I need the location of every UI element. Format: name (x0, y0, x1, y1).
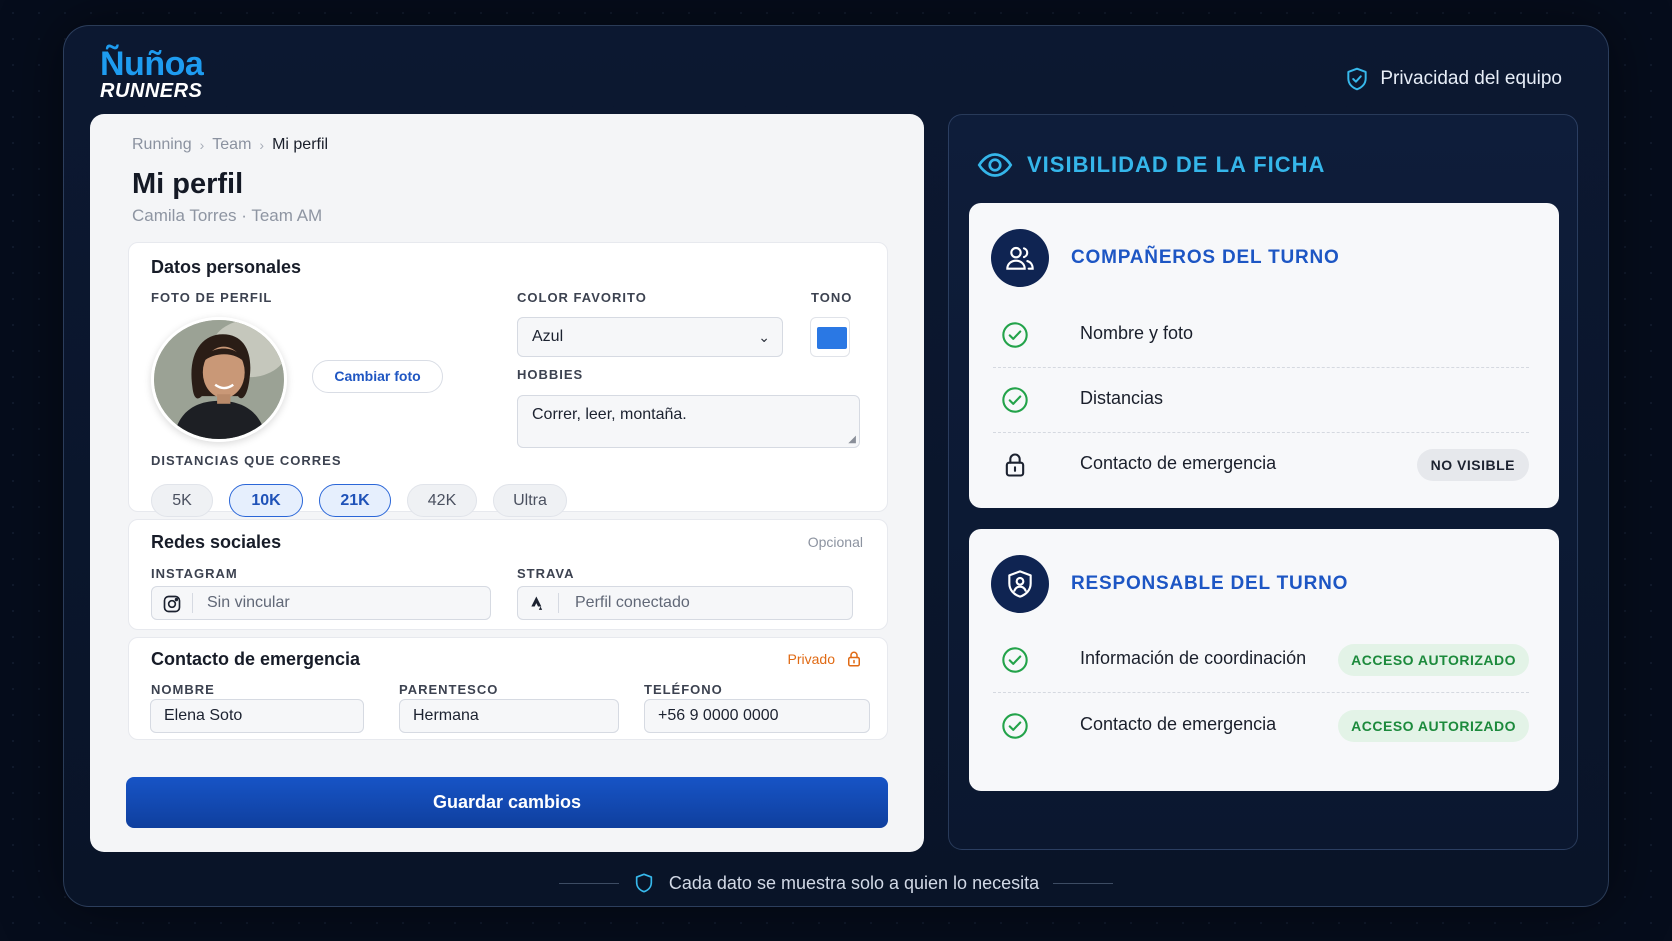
visibility-row: Contacto de emergencia NO VISIBLE (993, 433, 1529, 498)
teammates-card: COMPAÑEROS DEL TURNO Nombre y foto Dista… (969, 203, 1559, 508)
distance-chips: 5K 10K 21K 42K Ultra (151, 484, 567, 517)
section-title: Datos personales (151, 257, 302, 277)
hobbies-value: Correr, leer, montaña. (532, 406, 687, 423)
leader-header: RESPONSABLE DEL TURNO (991, 555, 1348, 613)
select-value: Azul (532, 328, 564, 345)
tone-color (817, 327, 847, 349)
visibility-row: Nombre y foto (993, 303, 1529, 368)
row-label: Contacto de emergencia (1080, 714, 1277, 734)
eye-icon (977, 153, 1013, 177)
chip-5k[interactable]: 5K (151, 484, 213, 517)
hobbies-label: HOBBIES (517, 367, 584, 382)
row-label: Nombre y foto (1080, 323, 1194, 343)
chevron-right-icon: › (259, 137, 265, 153)
instagram-icon (163, 595, 181, 613)
shield-check-icon (1347, 67, 1367, 91)
breadcrumb-current: Mi perfil (272, 136, 329, 153)
visibility-row: Contacto de emergencia ACCESO AUTORIZADO (993, 694, 1529, 759)
authorized-badge: ACCESO AUTORIZADO (1338, 710, 1529, 742)
divider (558, 593, 559, 613)
save-button[interactable]: Guardar cambios (126, 777, 888, 828)
strava-label: STRAVA (517, 566, 575, 581)
users-icon (991, 229, 1049, 287)
avatar-photo (154, 320, 284, 439)
footer-line (558, 882, 619, 884)
breadcrumb: Running › Team › Mi perfil (132, 136, 328, 154)
visibility-row: Distancias (993, 368, 1529, 433)
chip-42k[interactable]: 42K (407, 484, 477, 517)
lock-icon (1005, 453, 1025, 477)
instagram-value: Sin vincular (207, 594, 290, 611)
shield-icon (635, 873, 653, 893)
private-tag: Privado (788, 649, 863, 669)
lock-icon (848, 651, 860, 667)
check-icon (1002, 647, 1028, 673)
authorized-badge: ACCESO AUTORIZADO (1338, 644, 1529, 676)
brand-logo: Ñuñoa RUNNERS (100, 45, 204, 102)
private-label: Privado (787, 651, 835, 667)
social-section: Redes sociales Opcional INSTAGRAM Sin vi… (128, 519, 888, 630)
row-label: Distancias (1080, 388, 1164, 408)
change-photo-button[interactable]: Cambiar foto (312, 360, 443, 393)
instagram-field[interactable]: Sin vincular (151, 586, 491, 620)
footer-text: Cada dato se muestra solo a quien lo nec… (668, 872, 1040, 893)
tone-label: TONO (811, 290, 853, 305)
phone-label: TELÉFONO (644, 682, 723, 697)
chevron-right-icon: › (199, 137, 205, 153)
personal-data-section: Datos personales FOTO DE PERFIL Cambiar … (128, 242, 888, 517)
teammates-header: COMPAÑEROS DEL TURNO (991, 229, 1340, 287)
not-visible-badge: NO VISIBLE (1416, 449, 1529, 481)
footer: Cada dato se muestra solo a quien lo nec… (0, 872, 1672, 894)
tone-swatch[interactable] (810, 317, 850, 357)
check-icon (1002, 713, 1028, 739)
color-label: COLOR FAVORITO (517, 290, 647, 305)
relation-label: PARENTESCO (399, 682, 499, 697)
emergency-section: Contacto de emergencia Privado NOMBRE El… (128, 637, 888, 740)
page-title: Mi perfil (132, 168, 244, 200)
distances-label: DISTANCIAS QUE CORRES (151, 453, 342, 468)
emergency-name-field[interactable]: Elena Soto (150, 699, 364, 733)
section-title: Redes sociales (151, 532, 282, 552)
breadcrumb-team[interactable]: Team (212, 136, 251, 154)
visibility-title-text: VISIBILIDAD DE LA FICHA (1027, 152, 1326, 177)
visibility-panel: VISIBILIDAD DE LA FICHA COMPAÑEROS DEL T… (948, 114, 1578, 850)
footer-line (1053, 882, 1114, 884)
section-title: Contacto de emergencia (151, 649, 361, 669)
favorite-color-select[interactable]: Azul ⌄ (517, 317, 783, 357)
visibility-row: Información de coordinación ACCESO AUTOR… (993, 628, 1529, 693)
instagram-label: INSTAGRAM (151, 566, 238, 581)
breadcrumb-running[interactable]: Running (132, 136, 192, 154)
privacy-label: Privacidad del equipo (1380, 68, 1562, 89)
team-privacy-link[interactable]: Privacidad del equipo (1344, 66, 1562, 92)
check-icon (1002, 322, 1028, 348)
emergency-phone-field[interactable]: +56 9 0000 0000 (644, 699, 870, 733)
chevron-down-icon: ⌄ (758, 329, 770, 345)
chip-ultra[interactable]: Ultra (493, 484, 567, 517)
row-label: Información de coordinación (1080, 648, 1307, 668)
avatar (151, 317, 287, 442)
hobbies-textarea[interactable]: Correr, leer, montaña. ◢ (517, 395, 860, 448)
divider (192, 593, 193, 613)
chip-10k[interactable]: 10K (229, 484, 303, 517)
chip-21k[interactable]: 21K (319, 484, 391, 517)
page-subtitle: Camila Torres · Team AM (132, 206, 323, 225)
strava-field[interactable]: Perfil conectado (517, 586, 853, 620)
leader-title: RESPONSABLE DEL TURNO (1071, 573, 1349, 594)
leader-card: RESPONSABLE DEL TURNO Información de coo… (969, 529, 1559, 791)
profile-card: Running › Team › Mi perfil Mi perfil Cam… (90, 114, 924, 852)
shield-user-icon (991, 555, 1049, 613)
strava-value: Perfil conectado (575, 594, 690, 611)
strava-icon (531, 596, 543, 610)
visibility-title: VISIBILIDAD DE LA FICHA (977, 147, 1325, 183)
photo-label: FOTO DE PERFIL (151, 290, 273, 305)
teammates-title: COMPAÑEROS DEL TURNO (1071, 247, 1340, 268)
check-icon (1002, 387, 1028, 413)
name-label: NOMBRE (151, 682, 215, 697)
emergency-relation-field[interactable]: Hermana (399, 699, 619, 733)
optional-tag: Opcional (807, 534, 863, 550)
row-label: Contacto de emergencia (1080, 453, 1277, 473)
resize-grip-icon[interactable]: ◢ (848, 434, 856, 445)
